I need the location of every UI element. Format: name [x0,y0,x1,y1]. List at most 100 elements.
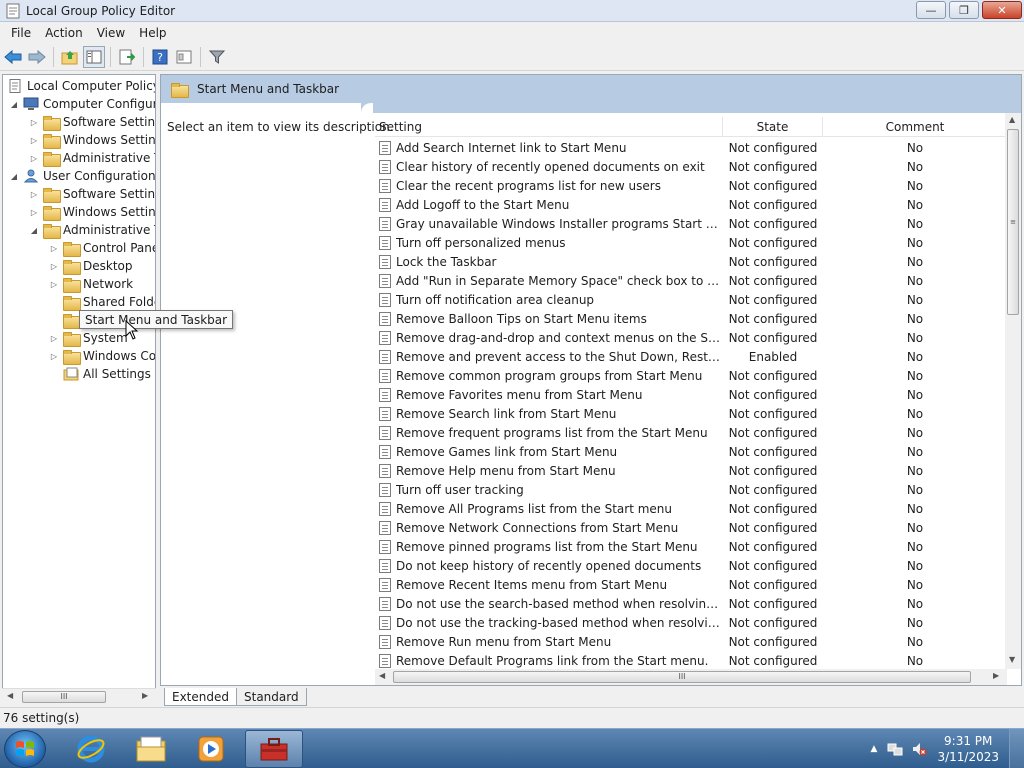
back-button[interactable] [2,46,24,68]
tree-horizontal-scrollbar[interactable]: ◀ III ▶ [2,688,156,704]
properties-button[interactable] [173,46,195,68]
table-row[interactable]: Remove All Programs list from the Start … [375,499,1007,518]
table-row[interactable]: Add Search Internet link to Start Menu No… [375,138,1007,157]
table-row[interactable]: Remove Recent Items menu from Start Menu… [375,575,1007,594]
tree-item[interactable]: ▷ Network [49,275,133,293]
tree-item[interactable]: ◢ Administrative Te [29,221,155,239]
export-list-button[interactable] [116,46,138,68]
menu-file[interactable]: File [4,26,38,40]
table-row[interactable]: Add "Run in Separate Memory Space" check… [375,271,1007,290]
table-row[interactable]: Remove frequent programs list from the S… [375,423,1007,442]
table-row[interactable]: Do not use the search-based method when … [375,594,1007,613]
expander-icon[interactable]: ▷ [29,117,39,127]
table-row[interactable]: Turn off notification area cleanup Not co… [375,290,1007,309]
table-row[interactable]: Do not keep history of recently opened d… [375,556,1007,575]
expander-icon[interactable]: ▷ [49,333,59,343]
maximize-button[interactable]: ❐ [949,1,979,19]
expander-icon[interactable]: ▷ [29,135,39,145]
table-row[interactable]: Remove drag-and-drop and context menus o… [375,328,1007,347]
menu-action[interactable]: Action [38,26,90,40]
forward-button[interactable] [26,46,48,68]
column-header-setting[interactable]: Setting [375,116,723,137]
clock[interactable]: 9:31 PM 3/11/2023 [937,733,999,765]
table-row[interactable]: Turn off personalized menus Not configure… [375,233,1007,252]
volume-muted-icon[interactable] [911,741,927,757]
scroll-thumb[interactable]: ≡ [1007,129,1019,315]
taskbar-group-policy-editor[interactable] [245,730,303,768]
scroll-left-icon[interactable]: ◀ [7,691,13,700]
expander-icon[interactable]: ◢ [9,99,19,109]
up-folder-button[interactable] [59,46,81,68]
taskbar-media-player[interactable] [182,730,240,768]
table-row[interactable]: Turn off user tracking Not configured No [375,480,1007,499]
table-row[interactable]: Remove Search link from Start Menu Not co… [375,404,1007,423]
tree-item[interactable] [49,311,83,329]
scroll-left-icon[interactable]: ◀ [379,671,385,680]
table-row[interactable]: Clear the recent programs list for new u… [375,176,1007,195]
menu-help[interactable]: Help [132,26,173,40]
tree-item[interactable]: ▷ Windows Cor [49,347,155,365]
start-button[interactable] [4,730,46,768]
table-row[interactable]: Remove Run menu from Start Menu Not confi… [375,632,1007,651]
help-button[interactable]: ? [149,46,171,68]
table-row[interactable]: Remove pinned programs list from the Sta… [375,537,1007,556]
table-row[interactable]: Gray unavailable Windows Installer progr… [375,214,1007,233]
scroll-up-icon[interactable]: ▲ [1009,115,1015,124]
table-row[interactable]: Clear history of recently opened documen… [375,157,1007,176]
scroll-right-icon[interactable]: ▶ [142,691,148,700]
column-header-comment[interactable]: Comment [823,117,1007,137]
scroll-right-icon[interactable]: ▶ [993,671,999,680]
table-row[interactable]: Remove common program groups from Start … [375,366,1007,385]
tree-item[interactable]: Shared Folder [49,293,155,311]
expander-icon[interactable]: ◢ [29,225,39,235]
tree-item[interactable]: ▷ System [49,329,128,347]
expander-icon[interactable]: ▷ [49,351,59,361]
tree-item-local-computer-policy[interactable]: Local Computer Policy [7,77,155,95]
expander-icon[interactable]: ▷ [29,189,39,199]
table-row[interactable]: Do not use the tracking-based method whe… [375,613,1007,632]
tree-item[interactable]: ▷ Desktop [49,257,133,275]
vertical-scrollbar[interactable]: ▲ ≡ ▼ [1005,113,1021,669]
tree-item[interactable]: ◢ User Configuration [9,167,155,185]
tab-standard[interactable]: Standard [237,688,307,706]
scroll-thumb[interactable]: III [393,671,971,683]
menu-view[interactable]: View [90,26,132,40]
show-hide-tree-button[interactable] [83,46,105,68]
scroll-thumb[interactable]: III [22,691,106,703]
tree-item[interactable]: ▷ Software Settings [29,113,155,131]
taskbar-explorer[interactable] [122,730,180,768]
table-row[interactable]: Remove Default Programs link from the St… [375,651,1007,670]
minimize-button[interactable]: — [916,1,946,19]
tree-item[interactable]: ▷ Software Settings [29,185,155,203]
close-button[interactable]: ✕ [982,1,1022,19]
taskbar-internet-explorer[interactable] [62,730,120,768]
tree-item[interactable]: ▷ Windows Setting [29,131,155,149]
table-row[interactable]: Remove Favorites menu from Start Menu Not… [375,385,1007,404]
table-row[interactable]: Remove and prevent access to the Shut Do… [375,347,1007,366]
show-desktop-button[interactable] [1009,729,1024,768]
expander-icon[interactable]: ▷ [29,207,39,217]
network-icon[interactable] [887,741,903,757]
tree-item[interactable]: ◢ Computer Configura [9,95,155,113]
table-row[interactable]: Lock the Taskbar Not configured No [375,252,1007,271]
table-row[interactable]: Remove Help menu from Start Menu Not conf… [375,461,1007,480]
expander-icon[interactable]: ▷ [49,279,59,289]
expander-icon[interactable]: ◢ [9,171,19,181]
table-row[interactable]: Remove Network Connections from Start Me… [375,518,1007,537]
tree-item[interactable]: All Settings [49,365,151,383]
tree-item[interactable]: ▷ Administrative Te [29,149,155,167]
tree-item[interactable]: ▷ Windows Setting [29,203,155,221]
tab-extended[interactable]: Extended [164,688,237,706]
filter-button[interactable] [206,46,228,68]
table-row[interactable]: Remove Games link from Start Menu Not con… [375,442,1007,461]
tree-item[interactable]: ▷ Control Panel [49,239,155,257]
table-row[interactable]: Remove Balloon Tips on Start Menu items N… [375,309,1007,328]
table-row[interactable]: Add Logoff to the Start Menu Not configur… [375,195,1007,214]
column-header-state[interactable]: State [723,116,823,137]
expander-icon[interactable]: ▷ [49,261,59,271]
horizontal-scrollbar[interactable]: ◀ III ▶ [375,669,1007,685]
tray-overflow-icon[interactable]: ▲ [871,744,878,754]
expander-icon[interactable]: ▷ [29,153,39,163]
scroll-down-icon[interactable]: ▼ [1009,655,1015,664]
expander-icon[interactable]: ▷ [49,243,59,253]
